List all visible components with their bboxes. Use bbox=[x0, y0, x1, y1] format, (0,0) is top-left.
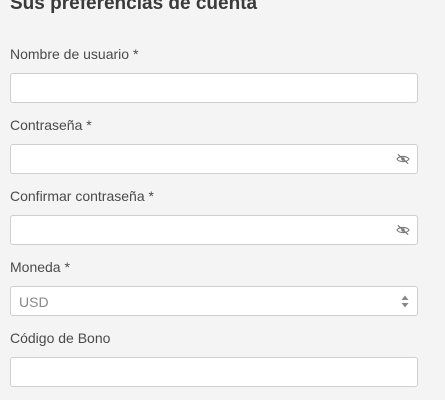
confirm-password-field-box bbox=[10, 215, 418, 245]
password-field-box bbox=[10, 144, 418, 174]
eye-slash-icon[interactable] bbox=[396, 153, 410, 165]
currency-label: Moneda * bbox=[10, 259, 70, 275]
form-title: Sus preferencias de cuenta bbox=[10, 0, 258, 14]
currency-select[interactable]: USD bbox=[10, 286, 418, 316]
confirm-password-label: Confirmar contraseña * bbox=[10, 188, 154, 204]
username-field-box bbox=[10, 73, 418, 103]
password-input[interactable] bbox=[11, 145, 387, 173]
bonus-code-field-box bbox=[10, 357, 418, 387]
bonus-code-label: Código de Bono bbox=[10, 330, 111, 346]
username-input[interactable] bbox=[11, 74, 387, 102]
bonus-code-input[interactable] bbox=[11, 358, 387, 386]
eye-slash-icon[interactable] bbox=[396, 224, 410, 236]
confirm-password-input[interactable] bbox=[11, 216, 387, 244]
username-label: Nombre de usuario * bbox=[10, 46, 139, 62]
select-updown-icon bbox=[401, 295, 409, 308]
currency-selected-value: USD bbox=[19, 294, 49, 310]
password-label: Contraseña * bbox=[10, 117, 92, 133]
